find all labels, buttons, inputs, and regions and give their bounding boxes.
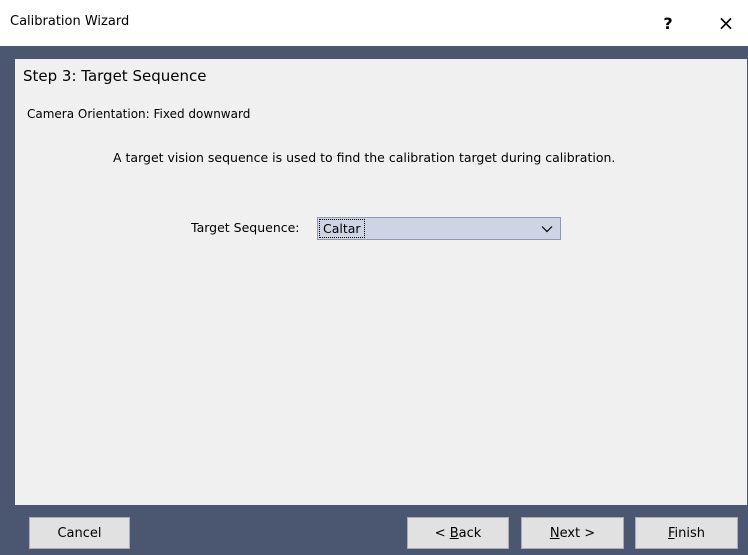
back-accel: B [449,525,459,541]
target-sequence-dropdown[interactable]: Caltar [317,217,561,240]
chevron-down-icon [541,225,553,232]
next-accel: N [549,525,560,541]
finish-button-label: Finish [668,526,705,541]
title-bar: Calibration Wizard ? × [0,0,748,46]
target-sequence-label: Target Sequence: [191,220,300,235]
next-button-label: Next > [550,526,595,541]
step-title: Step 3: Target Sequence [23,67,207,85]
back-button-label: < Back [435,526,482,541]
window-title: Calibration Wizard [10,14,130,29]
cancel-button[interactable]: Cancel [29,517,130,549]
cancel-button-label: Cancel [57,525,102,541]
finish-rest: inish [674,525,706,541]
next-button[interactable]: Next > [521,517,624,549]
back-prefix: < [434,525,450,541]
wizard-page: Step 3: Target Sequence Camera Orientati… [15,59,747,505]
help-button[interactable]: ? [650,8,686,38]
step-description: A target vision sequence is used to find… [113,150,616,165]
finish-button[interactable]: Finish [635,517,738,549]
back-rest: ack [458,525,482,541]
close-button[interactable]: × [708,8,744,38]
camera-orientation-label: Camera Orientation: Fixed downward [27,107,251,121]
back-button[interactable]: < Back [407,517,509,549]
next-rest: ext > [559,525,596,541]
target-sequence-value: Caltar [319,219,365,238]
